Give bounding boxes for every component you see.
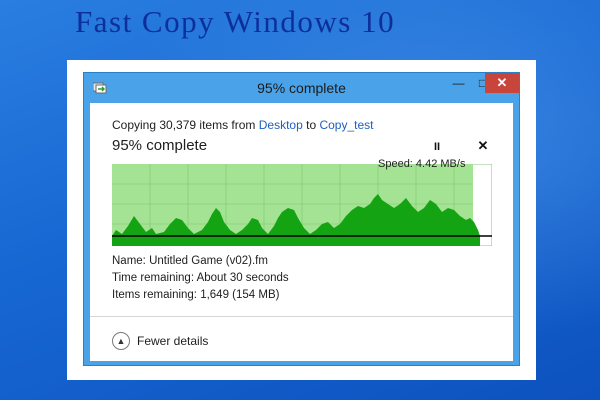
close-button[interactable]: ✕ (485, 73, 519, 93)
chevron-up-icon: ▲ (112, 332, 130, 350)
copy-summary-middle: to (302, 118, 320, 132)
title-bar[interactable]: 95% complete — □ ✕ (84, 73, 519, 103)
items-remaining-detail: Items remaining: 1,649 (154 MB) (112, 289, 280, 301)
banner-title: Fast Copy Windows 10 (75, 4, 396, 39)
pause-button[interactable]: II (430, 140, 444, 154)
minimize-button[interactable]: — (446, 74, 471, 93)
source-folder-link[interactable]: Desktop (259, 118, 303, 132)
stop-button[interactable]: ✕ (476, 139, 490, 153)
copy-summary: Copying 30,379 items from Desktop to Cop… (112, 118, 374, 132)
details-panel: Name: Untitled Game (v02).fm Time remain… (112, 253, 289, 304)
footer-divider (90, 316, 513, 317)
dialog-content: Copying 30,379 items from Desktop to Cop… (90, 103, 513, 361)
time-remaining-detail: Time remaining: About 30 seconds (112, 272, 289, 284)
percent-complete-heading: 95% complete (112, 137, 208, 154)
copy-dialog-window: 95% complete — □ ✕ Copying 30,379 items … (83, 72, 520, 366)
destination-folder-link[interactable]: Copy_test (319, 118, 373, 132)
fewer-details-label: Fewer details (137, 334, 209, 348)
name-detail: Name: Untitled Game (v02).fm (112, 255, 268, 267)
fewer-details-button[interactable]: ▲ Fewer details (112, 331, 208, 351)
speed-graph (112, 164, 492, 246)
speed-label: Speed: 4.42 MB/s (378, 158, 466, 170)
copy-summary-prefix: Copying 30,379 items from (112, 118, 259, 132)
